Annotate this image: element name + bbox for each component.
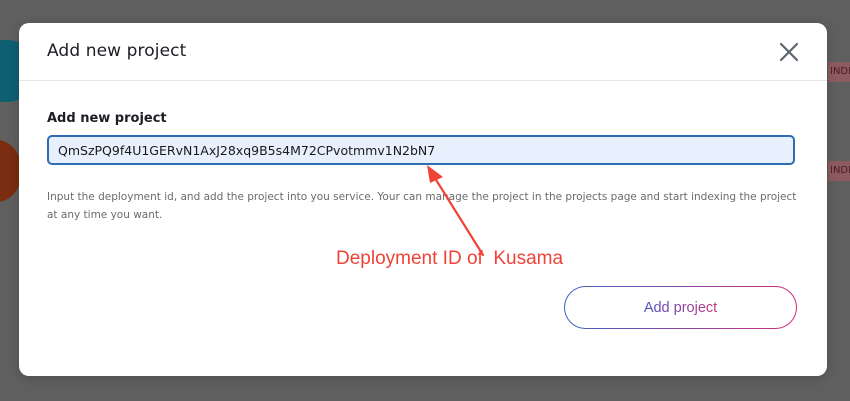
modal-backdrop[interactable]: INDE INDE Add new project Add new projec… [0, 0, 850, 401]
add-project-dialog: Add new project Add new project Input th… [19, 23, 827, 376]
add-project-button-label: Add project [643, 299, 718, 316]
add-project-button[interactable]: Add project [564, 286, 797, 329]
deployment-id-input[interactable] [47, 135, 795, 165]
close-button[interactable] [777, 40, 801, 64]
background-status-tag: INDE [828, 161, 850, 181]
deployment-id-label: Add new project [47, 111, 167, 126]
dialog-header: Add new project [19, 23, 827, 81]
dialog-title: Add new project [47, 41, 187, 61]
annotation-label: Deployment ID of Kusama [336, 248, 564, 269]
close-icon [779, 42, 799, 62]
background-status-tag: INDE [828, 62, 850, 82]
